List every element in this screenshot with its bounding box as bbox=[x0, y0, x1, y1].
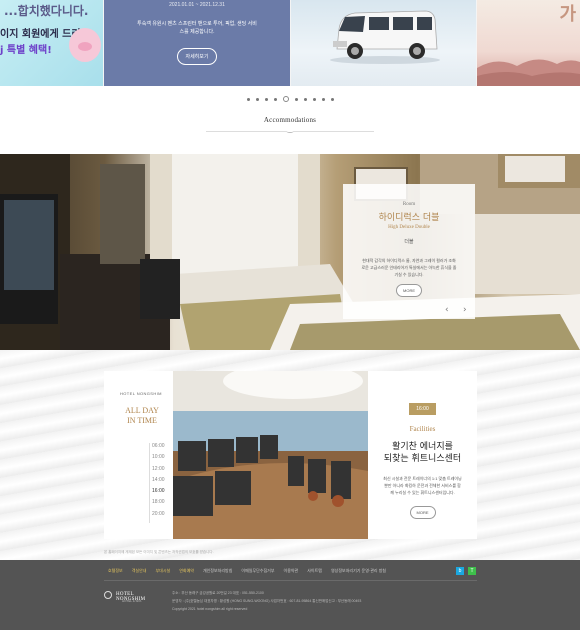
blog-icon[interactable]: b bbox=[456, 567, 464, 575]
promo-description: 투숙객 유원시 벤츠 스프린터 밴으로 투어, 픽업, 샌딩 서비스를 제공합니… bbox=[137, 21, 257, 35]
hour-item[interactable]: 14:00 bbox=[152, 475, 165, 486]
copyright-notice: 본 홈페이지에 게재된 모든 이미지 및 콘텐츠는 저작권법의 보호를 받습니다… bbox=[104, 550, 214, 554]
footer-divider bbox=[104, 580, 477, 581]
promo-dates: 2021.01.01 ~ 2021.12.31 bbox=[169, 2, 225, 8]
promo-carousel: ...합치했다니다. 이지 회원에게 드리는 j 특별 혜택! 2021.01.… bbox=[0, 0, 580, 86]
mountain-illustration bbox=[477, 59, 580, 86]
room-description: 현대적 감각의 하이디럭스 룸, 자연과 그레이 컬러가 조화로운 고급스러운 … bbox=[361, 258, 457, 277]
hour-item[interactable]: 10:00 bbox=[152, 452, 165, 463]
facility-panel: HOTEL NONGSHIM ALL DAY IN TIME 06:00 10:0… bbox=[104, 371, 477, 539]
gym-image bbox=[173, 371, 368, 539]
facility-info: 16:00 Facilities 활기찬 에너지를 되찾는 휘트니스센터 최신 … bbox=[368, 371, 477, 539]
footer-nav-link[interactable]: 개인정보처리방침 bbox=[203, 568, 232, 574]
footer-nav-link[interactable]: 이메일무단수집거부 bbox=[241, 568, 274, 574]
divider-ornament-icon bbox=[286, 129, 294, 133]
carousel-dot[interactable] bbox=[312, 97, 316, 101]
time-badge: 16:00 bbox=[409, 403, 436, 415]
facility-title-line-1: 활기찬 에너지를 bbox=[392, 442, 453, 452]
facility-description: 최신 시설과 전문 트레이너의 1:1 맞춤 트레이닝 뿐만 아니라 화킹하 운… bbox=[383, 476, 462, 495]
promo-detail-button[interactable]: 자세히보기 bbox=[177, 48, 217, 65]
site-footer: 호텔정보 객실안내 부대시설 연회예약 개인정보처리방침 이메일무단수집거부 이용약관 사이트… bbox=[0, 560, 580, 630]
room-info-card: Room 하이디럭스 더블 High Deluxe Double 더블 현대적 … bbox=[343, 184, 475, 319]
promo-card-benz-van[interactable]: 2021.01.01 ~ 2021.12.31 투숙객 유원시 벤츠 스프린터 … bbox=[104, 0, 290, 86]
footer-company-info: 주소 : 부산 동래구 금강공원로 20번길 23 대표 : 051-550-2… bbox=[172, 589, 361, 613]
footer-nav-link[interactable]: 연회예약 bbox=[179, 568, 194, 574]
section-title-accommodations: Accommodations bbox=[263, 116, 317, 124]
promo-card-members[interactable]: ...합치했다니다. 이지 회원에게 드리는 j 특별 혜택! bbox=[0, 0, 103, 86]
footer-nav-link[interactable]: 부대시설 bbox=[155, 568, 170, 574]
fitness-center-photo bbox=[173, 371, 368, 539]
timeline-line bbox=[149, 443, 150, 523]
promo-headline: ...합치했다니다. bbox=[4, 4, 89, 18]
hour-item[interactable]: 20:00 bbox=[152, 509, 165, 520]
talk-icon[interactable]: T bbox=[468, 567, 476, 575]
carousel-dot[interactable] bbox=[264, 97, 268, 101]
carousel-dot[interactable] bbox=[294, 97, 298, 101]
carousel-pagination bbox=[0, 96, 580, 102]
carousel-dot[interactable] bbox=[273, 97, 277, 101]
footer-nav-link[interactable]: 이용약관 bbox=[284, 568, 299, 574]
footer-nav-link[interactable]: 호텔정보 bbox=[108, 568, 123, 574]
promo-card-sunset[interactable]: 가 bbox=[477, 0, 580, 86]
facility-more-button[interactable]: MORE bbox=[409, 506, 436, 519]
promo-line-2: j 특별 혜택! bbox=[0, 45, 52, 56]
room-photo bbox=[0, 154, 580, 350]
hour-item[interactable]: 06:00 bbox=[152, 441, 165, 452]
hour-list: 06:00 10:00 12:00 14:00 16:00 18:00 20:00 bbox=[152, 441, 165, 520]
footer-info-line-1: 주소 : 부산 동래구 금강공원로 20번길 23 대표 : 051-550-2… bbox=[172, 591, 264, 595]
carousel-dot[interactable] bbox=[246, 97, 250, 101]
room-bed-type: 더블 bbox=[404, 239, 414, 245]
chevron-left-icon[interactable]: ‹ bbox=[445, 305, 449, 315]
carousel-dot[interactable] bbox=[321, 97, 325, 101]
logo-mark-icon bbox=[104, 591, 112, 599]
hour-item[interactable]: 12:00 bbox=[152, 464, 165, 475]
facility-timeline: HOTEL NONGSHIM ALL DAY IN TIME 06:00 10:0… bbox=[104, 371, 172, 539]
facility-en-title: Facilities bbox=[409, 425, 436, 433]
footer-info-line-2: 운영자 : (주)호텔농심 대표자명 : 황성원 (HONG SUNG-WOON… bbox=[172, 599, 362, 603]
all-day-line-2: IN TIME bbox=[127, 416, 157, 425]
all-day-heading: ALL DAY IN TIME bbox=[122, 406, 162, 426]
facility-brand: HOTEL NONGSHIM bbox=[120, 391, 162, 396]
facility-title: 활기찬 에너지를 되찾는 휘트니스센터 bbox=[368, 441, 477, 465]
footer-nav-link[interactable]: 사이트맵 bbox=[307, 568, 322, 574]
room-more-button[interactable]: MORE bbox=[396, 284, 422, 297]
promo-card-van-image[interactable] bbox=[291, 0, 476, 86]
facility-title-line-2: 되찾는 휘트니스센터 bbox=[383, 454, 462, 464]
logo-subtext: HOTEL & SPA bbox=[122, 599, 142, 603]
footer-nav-link[interactable]: 영상정보처리기기 운영·관리 방침 bbox=[331, 568, 386, 574]
van-image bbox=[330, 10, 440, 64]
all-day-line-1: ALL DAY bbox=[125, 406, 159, 415]
carousel-dot[interactable] bbox=[330, 97, 334, 101]
footer-nav-link[interactable]: 객실안내 bbox=[132, 568, 147, 574]
carousel-dot[interactable] bbox=[282, 96, 289, 102]
footer-copyright: Copyright 2021 hotel nongshim all right … bbox=[172, 607, 248, 611]
footer-nav: 호텔정보 객실안내 부대시설 연회예약 개인정보처리방침 이메일무단수집거부 이용약관 사이트… bbox=[108, 568, 395, 574]
promo-deco-text: 가 bbox=[559, 4, 576, 25]
room-banner bbox=[0, 154, 580, 350]
room-title: 하이디럭스 더블 bbox=[378, 213, 440, 223]
hour-item[interactable]: 18:00 bbox=[152, 497, 165, 508]
hour-item[interactable]: 16:00 bbox=[152, 486, 165, 497]
title-divider bbox=[206, 129, 374, 133]
carousel-dot[interactable] bbox=[255, 97, 259, 101]
room-category: Room bbox=[402, 202, 416, 207]
chevron-right-icon[interactable]: › bbox=[463, 305, 467, 315]
pig-mascot-illustration bbox=[69, 28, 101, 62]
carousel-dot[interactable] bbox=[303, 97, 307, 101]
room-subtitle: High Deluxe Double bbox=[388, 225, 430, 230]
